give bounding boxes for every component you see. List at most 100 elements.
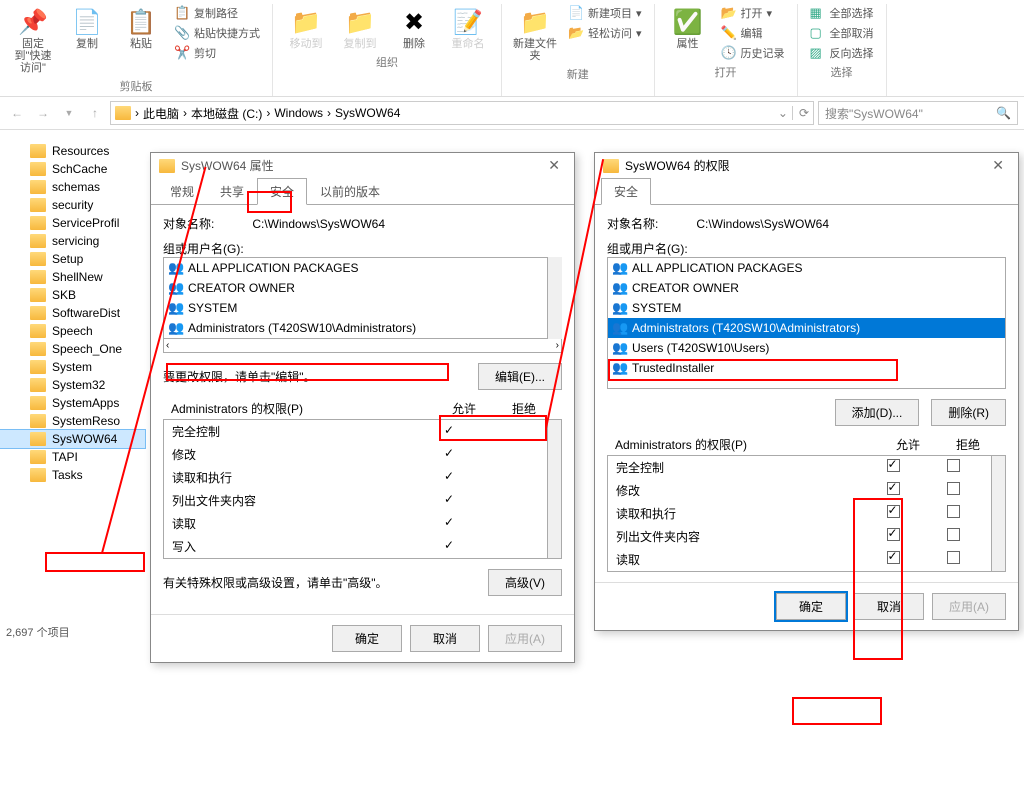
- tab-prev[interactable]: 以前的版本: [307, 178, 393, 205]
- forward-button[interactable]: →: [32, 102, 54, 124]
- groups-listbox[interactable]: 👥ALL APPLICATION PACKAGES👥CREATOR OWNER👥…: [607, 257, 1006, 389]
- advanced-button[interactable]: 高级(V): [488, 569, 562, 596]
- search-input[interactable]: 搜索"SysWOW64"🔍: [818, 101, 1018, 125]
- horiz-scrollbar[interactable]: ‹›: [163, 339, 562, 353]
- scrollbar[interactable]: [548, 419, 562, 559]
- allow-checkbox[interactable]: [887, 528, 900, 541]
- history-button[interactable]: 🕓历史记录: [717, 44, 789, 62]
- scrollbar[interactable]: [548, 257, 562, 339]
- list-item[interactable]: 👥CREATOR OWNER: [164, 278, 547, 298]
- allow-checkbox[interactable]: [887, 505, 900, 518]
- tree-item[interactable]: Resources: [0, 142, 145, 160]
- select-none-button[interactable]: ▢全部取消: [806, 24, 878, 42]
- groups-listbox[interactable]: 👥ALL APPLICATION PACKAGES👥CREATOR OWNER👥…: [163, 257, 548, 339]
- cancel-button[interactable]: 取消: [410, 625, 480, 652]
- copy-path-button[interactable]: 📋复制路径: [170, 4, 264, 22]
- tree-item[interactable]: Speech_One: [0, 340, 145, 358]
- apply-button[interactable]: 应用(A): [932, 593, 1006, 620]
- list-item[interactable]: 👥SYSTEM: [164, 298, 547, 318]
- deny-checkbox[interactable]: [947, 551, 960, 564]
- breadcrumb-item[interactable]: 此电脑 ›: [143, 105, 187, 122]
- list-item[interactable]: 👥ALL APPLICATION PACKAGES: [608, 258, 1005, 278]
- easy-access-button[interactable]: 📂轻松访问 ▾: [564, 24, 646, 42]
- close-button[interactable]: ✕: [986, 157, 1010, 174]
- recent-button[interactable]: ▼: [58, 102, 80, 124]
- paste-button[interactable]: 📋粘贴: [116, 4, 166, 52]
- pin-button[interactable]: 📌固定到"快速访问": [8, 4, 58, 76]
- paste-icon: 📋: [125, 6, 157, 38]
- delete-button[interactable]: ✖删除: [389, 4, 439, 52]
- tree-item[interactable]: SKB: [0, 286, 145, 304]
- allow-checkbox[interactable]: [887, 551, 900, 564]
- new-item-button[interactable]: 📄新建项目 ▾: [564, 4, 646, 22]
- breadcrumb-item[interactable]: 本地磁盘 (C:) ›: [191, 105, 270, 122]
- permissions-list: 完全控制✓修改✓读取和执行✓列出文件夹内容✓读取✓写入✓: [163, 419, 548, 559]
- tree-item[interactable]: System32: [0, 376, 145, 394]
- deny-checkbox[interactable]: [947, 482, 960, 495]
- deny-checkbox[interactable]: [947, 505, 960, 518]
- invert-button[interactable]: ▨反向选择: [806, 44, 878, 62]
- tree-item[interactable]: Setup: [0, 250, 145, 268]
- dropdown-icon[interactable]: ⌄: [778, 106, 788, 120]
- refresh-icon[interactable]: ⟳: [792, 106, 809, 120]
- deny-header: 拒绝: [494, 400, 554, 417]
- tab-security[interactable]: 安全: [257, 178, 307, 205]
- tree-item[interactable]: ShellNew: [0, 268, 145, 286]
- list-item[interactable]: 👥SYSTEM: [608, 298, 1005, 318]
- folder-icon: [30, 306, 46, 320]
- rename-button[interactable]: 📝重命名: [443, 4, 493, 52]
- folder-icon: [30, 162, 46, 176]
- breadcrumb-item[interactable]: Windows ›: [274, 106, 331, 120]
- up-button[interactable]: ↑: [84, 102, 106, 124]
- list-item[interactable]: 👥Administrators (T420SW10\Administrators…: [608, 318, 1005, 338]
- list-item[interactable]: 👥TrustedInstaller: [608, 358, 1005, 378]
- path-box[interactable]: › 此电脑 › 本地磁盘 (C:) › Windows › SysWOW64 ⌄…: [110, 101, 814, 125]
- properties-button[interactable]: ✅属性: [663, 4, 713, 52]
- tree-item[interactable]: SystemReso: [0, 412, 145, 430]
- tree-item[interactable]: servicing: [0, 232, 145, 250]
- deny-checkbox[interactable]: [947, 459, 960, 472]
- ok-button[interactable]: 确定: [332, 625, 402, 652]
- list-item[interactable]: 👥Users (T420SW10\Users): [608, 338, 1005, 358]
- list-item[interactable]: 👥CREATOR OWNER: [608, 278, 1005, 298]
- tab-security[interactable]: 安全: [601, 178, 651, 205]
- perm-row: 读取和执行✓: [164, 466, 547, 489]
- move-to-button[interactable]: 📁移动到: [281, 4, 331, 52]
- add-button[interactable]: 添加(D)...: [835, 399, 920, 426]
- back-button[interactable]: ←: [6, 102, 28, 124]
- open-button[interactable]: 📂打开 ▾: [717, 4, 789, 22]
- perm-row: 写入✓: [164, 535, 547, 558]
- tree-item[interactable]: SoftwareDist: [0, 304, 145, 322]
- tree-item[interactable]: TAPI: [0, 448, 145, 466]
- deny-checkbox[interactable]: [947, 528, 960, 541]
- breadcrumb-item[interactable]: SysWOW64: [335, 106, 400, 120]
- apply-button[interactable]: 应用(A): [488, 625, 562, 652]
- tree-item[interactable]: SystemApps: [0, 394, 145, 412]
- paste-shortcut-button[interactable]: 📎粘贴快捷方式: [170, 24, 264, 42]
- tree-item[interactable]: schemas: [0, 178, 145, 196]
- remove-button[interactable]: 删除(R): [931, 399, 1006, 426]
- tree-item[interactable]: Speech: [0, 322, 145, 340]
- close-button[interactable]: ✕: [542, 157, 566, 174]
- tree-item[interactable]: security: [0, 196, 145, 214]
- scrollbar[interactable]: [992, 455, 1006, 572]
- tree-item[interactable]: SysWOW64: [0, 430, 145, 448]
- copy-to-button[interactable]: 📁复制到: [335, 4, 385, 52]
- list-item[interactable]: 👥Administrators (T420SW10\Administrators…: [164, 318, 547, 338]
- select-all-button[interactable]: ▦全部选择: [806, 4, 878, 22]
- groups-label: 组或用户名(G):: [163, 240, 562, 257]
- tab-share[interactable]: 共享: [207, 178, 257, 205]
- allow-checkbox[interactable]: [887, 459, 900, 472]
- edit-button[interactable]: 编辑(E)...: [478, 363, 562, 390]
- cancel-button[interactable]: 取消: [854, 593, 924, 620]
- tree-item[interactable]: System: [0, 358, 145, 376]
- copy-button[interactable]: 📄复制: [62, 4, 112, 52]
- edit-button[interactable]: ✏️编辑: [717, 24, 789, 42]
- allow-checkbox[interactable]: [887, 482, 900, 495]
- ok-button[interactable]: 确定: [776, 593, 846, 620]
- tree-item[interactable]: SchCache: [0, 160, 145, 178]
- list-item[interactable]: 👥ALL APPLICATION PACKAGES: [164, 258, 547, 278]
- tree-item[interactable]: ServiceProfil: [0, 214, 145, 232]
- cut-button[interactable]: ✂️剪切: [170, 44, 264, 62]
- new-folder-button[interactable]: 📁新建文件夹: [510, 4, 560, 64]
